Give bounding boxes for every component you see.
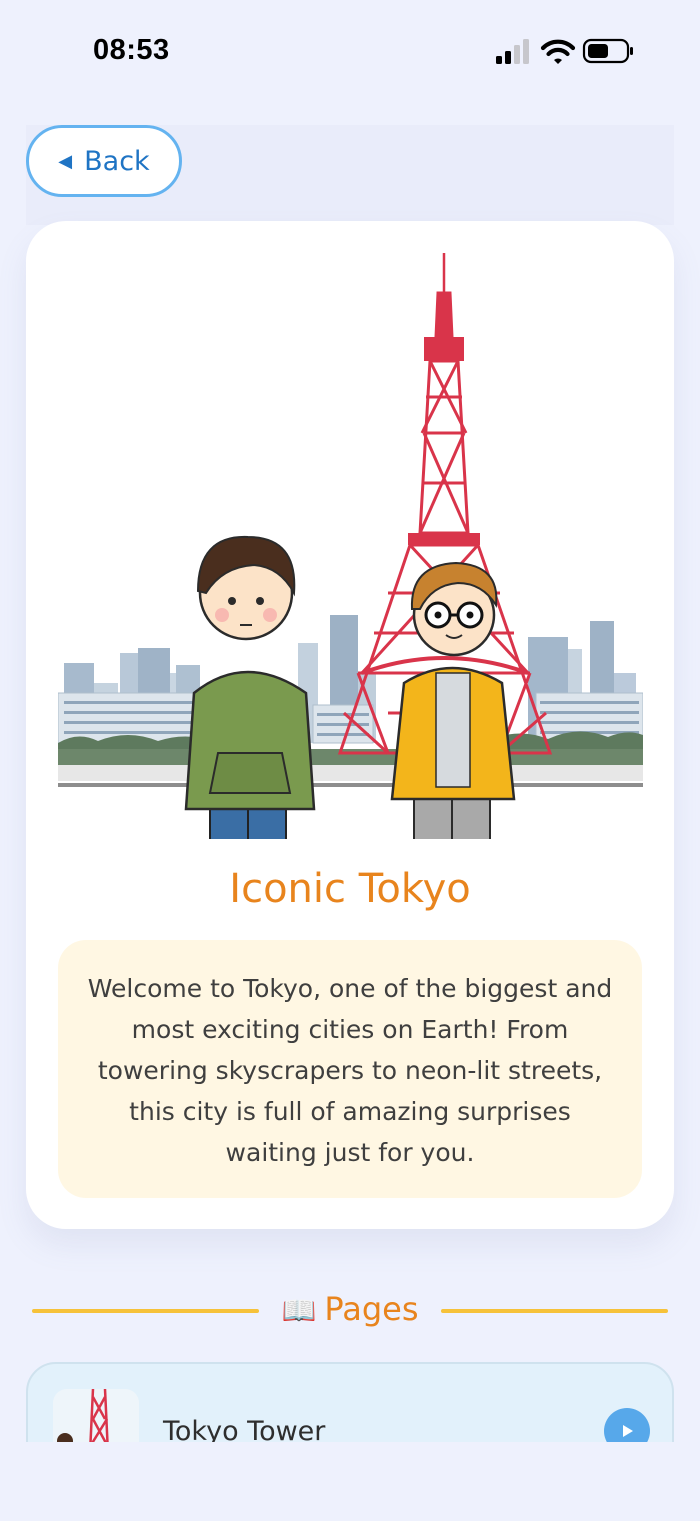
section-divider-left xyxy=(32,1309,259,1313)
page-list: Tokyo Tower xyxy=(26,1362,674,1442)
play-button[interactable] xyxy=(604,1408,650,1442)
play-icon xyxy=(623,1425,633,1437)
page-item-title: Tokyo Tower xyxy=(163,1416,326,1442)
tokyo-tower-thumbnail xyxy=(53,1389,139,1442)
story-card: Iconic Tokyo Welcome to Tokyo, one of th… xyxy=(26,221,674,1229)
bottom-safe-area xyxy=(0,1442,700,1521)
back-button[interactable]: ◀ Back xyxy=(26,125,182,197)
page-list-item[interactable]: Tokyo Tower xyxy=(26,1362,674,1442)
wifi-icon xyxy=(540,39,576,64)
triangle-left-icon: ◀ xyxy=(58,150,73,172)
battery-icon xyxy=(582,38,633,64)
section-divider-right xyxy=(441,1309,668,1313)
description-box: Welcome to Tokyo, one of the biggest and… xyxy=(58,940,642,1198)
tokyo-tower-illustration xyxy=(58,253,643,839)
story-title: Iconic Tokyo xyxy=(229,866,471,912)
pages-heading-label: Pages xyxy=(324,1290,419,1328)
pages-heading: 📖 Pages xyxy=(270,1290,430,1328)
screen: 08:53 ◀ Back Iconic Tokyo Welcome to Tok… xyxy=(0,0,700,1521)
status-icons xyxy=(496,38,633,64)
railing xyxy=(58,765,643,781)
boy-green-hoodie xyxy=(184,535,316,839)
back-label: Back xyxy=(84,145,150,177)
story-description: Welcome to Tokyo, one of the biggest and… xyxy=(87,974,613,1167)
status-time: 08:53 xyxy=(93,34,170,66)
cellular-signal-icon xyxy=(496,39,529,64)
book-icon: 📖 xyxy=(281,1294,317,1327)
